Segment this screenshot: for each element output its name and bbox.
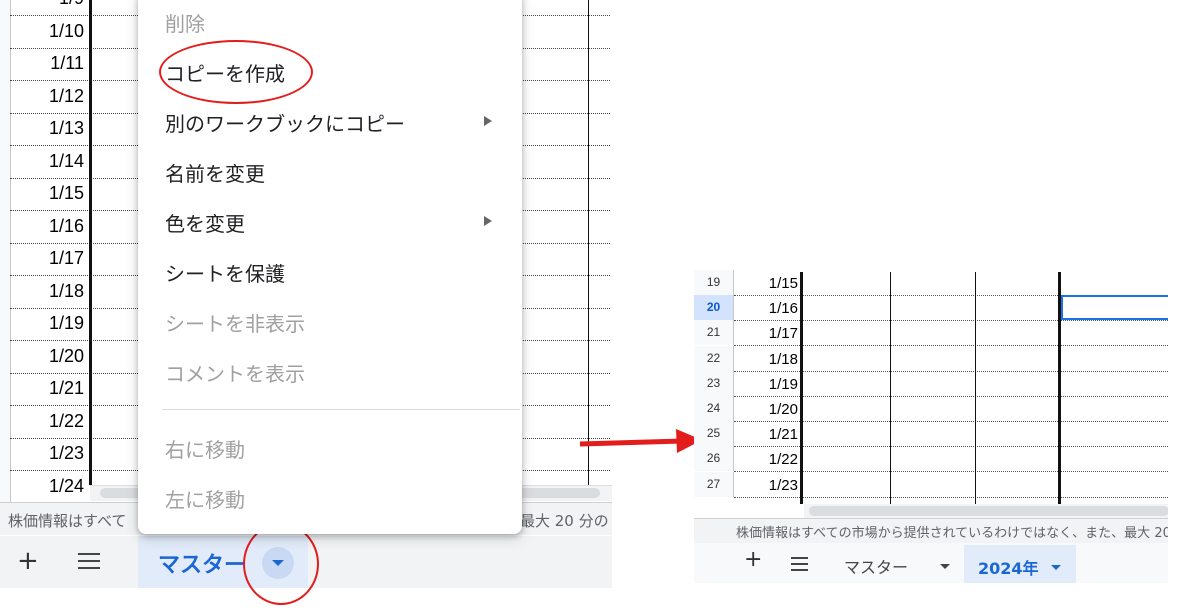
menu-item-rename[interactable]: 名前を変更 bbox=[165, 158, 265, 187]
date-cell[interactable]: 1/15 bbox=[734, 270, 798, 295]
submenu-arrow-icon bbox=[484, 216, 492, 226]
date-value: 1/13 bbox=[48, 118, 84, 138]
row-number[interactable]: 27 bbox=[694, 471, 734, 497]
date-cell[interactable]: 1/24 bbox=[10, 471, 90, 503]
column-border bbox=[588, 0, 589, 485]
date-cell[interactable]: 1/15 bbox=[10, 178, 90, 210]
row-number[interactable]: 26 bbox=[694, 446, 734, 472]
column-border bbox=[890, 272, 891, 504]
date-cell[interactable]: 1/16 bbox=[10, 211, 90, 243]
date-value: 1/19 bbox=[48, 313, 84, 333]
sheet-tab-2024[interactable]: 2024年 bbox=[964, 545, 1076, 583]
date-cell[interactable]: 1/14 bbox=[10, 146, 90, 178]
menu-item-delete[interactable]: 削除 bbox=[165, 8, 205, 37]
date-value: 1/23 bbox=[48, 443, 84, 463]
date-value: 1/15 bbox=[48, 183, 84, 203]
column-border-thick bbox=[800, 272, 803, 504]
menu-item-copy-to-workbook[interactable]: 別のワークブックにコピー bbox=[165, 108, 405, 137]
row-number[interactable]: 20 bbox=[694, 295, 734, 321]
date-cell[interactable]: 1/17 bbox=[10, 243, 90, 275]
date-value: 1/21 bbox=[48, 378, 84, 398]
notice-text-left: 株価情報はすべて bbox=[8, 512, 127, 530]
date-cell[interactable]: 1/23 bbox=[10, 438, 90, 470]
date-value: 1/16 bbox=[48, 215, 84, 236]
sheet-tab-label: マスター bbox=[158, 553, 247, 578]
sheet-tab-master[interactable]: マスター bbox=[844, 554, 908, 578]
date-cell[interactable]: 1/10 bbox=[10, 16, 90, 48]
date-value: 1/10 bbox=[48, 20, 84, 41]
sheet-list-icon[interactable] bbox=[791, 557, 808, 575]
date-value: 1/18 bbox=[48, 280, 84, 301]
column-border bbox=[975, 272, 976, 504]
menu-item-hide-sheet[interactable]: シートを非表示 bbox=[165, 308, 305, 337]
sheet-list-icon[interactable] bbox=[78, 553, 100, 574]
sheet-tab-bar: + マスター 2024年 bbox=[694, 543, 1168, 583]
menu-item-show-comments[interactable]: コメントを表示 bbox=[165, 358, 305, 387]
date-value: 1/9 bbox=[59, 0, 84, 9]
date-value: 1/11 bbox=[50, 53, 84, 73]
date-value: 1/12 bbox=[48, 85, 84, 106]
menu-item-change-color[interactable]: 色を変更 bbox=[165, 208, 245, 237]
date-value: 1/20 bbox=[48, 345, 84, 366]
date-cell[interactable]: 1/19 bbox=[734, 371, 798, 396]
row-number[interactable]: 23 bbox=[694, 370, 734, 396]
notice-text: 株価情報はすべての市場から提供されているわけではなく、また、最大 20 bbox=[736, 526, 1168, 541]
date-cell[interactable]: 1/18 bbox=[734, 346, 798, 371]
row-number[interactable]: 22 bbox=[694, 345, 734, 371]
stock-data-notice: 株価情報はすべての市場から提供されているわけではなく、また、最大 20 bbox=[694, 518, 1168, 543]
sheet-tab-label: 2024年 bbox=[978, 559, 1039, 578]
row-number[interactable]: 25 bbox=[694, 421, 734, 447]
date-cell[interactable]: 1/22 bbox=[734, 446, 798, 471]
date-cell[interactable]: 1/16 bbox=[734, 295, 798, 320]
add-sheet-button[interactable]: + bbox=[17, 546, 39, 576]
row-number[interactable]: 21 bbox=[694, 320, 734, 346]
menu-item-move-right[interactable]: 右に移動 bbox=[165, 434, 245, 463]
date-cell[interactable]: 1/13 bbox=[10, 113, 90, 145]
date-value: 1/14 bbox=[48, 150, 84, 171]
notice-text-right: 最大 20 分の bbox=[520, 512, 609, 530]
date-cell[interactable]: 1/12 bbox=[10, 81, 90, 113]
selected-cell[interactable] bbox=[1061, 295, 1168, 320]
menu-item-move-left[interactable]: 左に移動 bbox=[165, 484, 245, 513]
date-cell[interactable]: 1/20 bbox=[10, 341, 90, 373]
date-cell[interactable]: 1/20 bbox=[734, 396, 798, 421]
date-value: 1/17 bbox=[48, 248, 84, 268]
annotation-circle-dropdown bbox=[243, 523, 319, 605]
scrollbar-thumb[interactable] bbox=[809, 506, 1168, 516]
right-spreadsheet-view: 19 1/15 20 1/16 21 1/17 22 1/18 23 1/19 24 1/20 25 1/… bbox=[694, 270, 1168, 590]
date-cell[interactable]: 1/22 bbox=[10, 406, 90, 438]
column-border-thick bbox=[89, 0, 92, 485]
menu-item-protect-sheet[interactable]: シートを保護 bbox=[165, 258, 285, 287]
date-value: 1/22 bbox=[48, 410, 84, 431]
add-sheet-button[interactable]: + bbox=[744, 547, 762, 572]
menu-separator bbox=[162, 409, 520, 410]
date-cell[interactable]: 1/9 bbox=[10, 0, 90, 15]
dropdown-arrow-icon[interactable] bbox=[1051, 565, 1061, 570]
date-cell[interactable]: 1/19 bbox=[10, 308, 90, 340]
red-arrow-icon bbox=[579, 429, 702, 453]
date-cell[interactable]: 1/11 bbox=[10, 48, 90, 80]
date-cell[interactable]: 1/21 bbox=[734, 421, 798, 446]
annotation-circle-duplicate bbox=[159, 40, 313, 104]
horizontal-scrollbar[interactable] bbox=[804, 504, 1168, 518]
date-value: 1/24 bbox=[48, 475, 84, 496]
row-number[interactable]: 24 bbox=[694, 396, 734, 421]
row-number[interactable]: 19 bbox=[694, 270, 734, 295]
date-cell[interactable]: 1/18 bbox=[10, 276, 90, 308]
date-cell[interactable]: 1/17 bbox=[734, 320, 798, 345]
date-cell[interactable]: 1/21 bbox=[10, 373, 90, 405]
dropdown-arrow-icon[interactable] bbox=[940, 564, 950, 569]
date-cell[interactable]: 1/23 bbox=[734, 472, 798, 497]
submenu-arrow-icon bbox=[484, 116, 492, 126]
